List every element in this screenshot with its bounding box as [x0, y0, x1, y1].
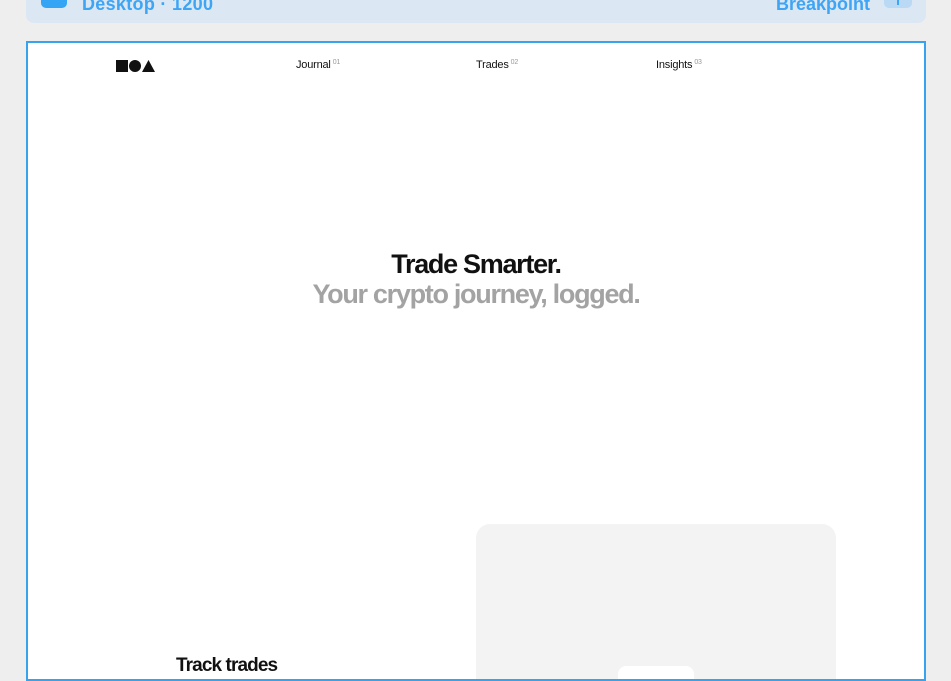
nav-insights-label: Insights: [656, 59, 693, 71]
logo-circle-icon: [129, 60, 141, 72]
breakpoint-toolbar: Desktop · 1200 Breakpoint: [26, 0, 926, 23]
add-breakpoint-button[interactable]: [884, 0, 912, 8]
nav-trades-index: 02: [510, 59, 519, 66]
nav-insights-index: 03: [694, 59, 702, 66]
hero-headline: Trade Smarter.: [391, 249, 562, 279]
feature-card: [476, 524, 836, 679]
breakpoint-title: Desktop · 1200: [82, 0, 214, 14]
nav-journal-label: Journal: [296, 59, 331, 71]
desktop-icon[interactable]: [41, 0, 67, 8]
card-pill: [618, 666, 694, 679]
nav-journal[interactable]: Journal 01: [296, 59, 340, 71]
desktop-frame: Journal 01 Trades 02 Insights 03 Trade Smar…: [26, 41, 926, 681]
nav-journal-index: 01: [332, 59, 341, 66]
section-title: Track trades: [176, 655, 278, 676]
logo-triangle-icon: [142, 60, 155, 72]
add-breakpoint-label[interactable]: Breakpoint: [776, 0, 870, 15]
nav-trades[interactable]: Trades 02: [476, 59, 518, 71]
nav-trades-label: Trades: [476, 59, 509, 71]
moa-logo[interactable]: [116, 60, 156, 72]
hero-subheadline: Your crypto journey, logged.: [312, 279, 640, 309]
logo-square-icon: [116, 60, 128, 72]
nav-insights[interactable]: Insights 03: [656, 59, 702, 71]
